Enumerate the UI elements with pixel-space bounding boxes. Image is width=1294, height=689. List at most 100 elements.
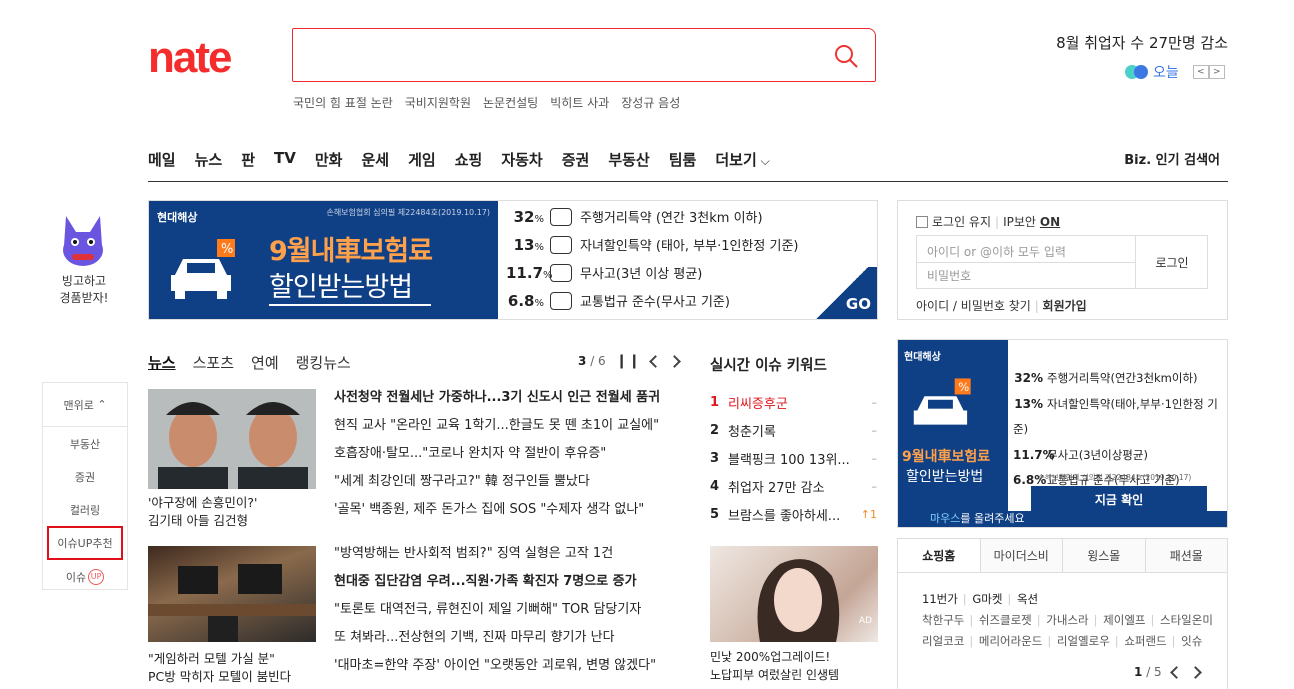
shop-link[interactable]: 옥션 (1017, 592, 1038, 606)
go-button[interactable]: GO (807, 267, 877, 319)
mascot-caption[interactable]: 빙고하고 경품받자! (40, 273, 128, 307)
prev-page-icon[interactable] (649, 354, 663, 368)
news-headline[interactable]: "토론토 대역전극, 류현진이 제일 기뻐해" TOR 담당기자 (334, 596, 656, 624)
join-link[interactable]: 회원가입 (1043, 299, 1087, 313)
password-field[interactable]: 비밀번호 (927, 267, 971, 284)
news-photo-caption[interactable]: '야구장에 손흥민이?' 김기태 아들 김건형 (148, 494, 257, 530)
nav-item[interactable]: 메일 (148, 149, 176, 170)
shop-link[interactable]: 11번가 (922, 592, 958, 606)
prev-page-icon[interactable] (1169, 665, 1183, 679)
news-headline[interactable]: 현직 교사 "온라인 교육 1학기...한글도 못 뗀 초1이 교실에" (334, 412, 660, 440)
nav-item[interactable]: 쇼핑 (455, 149, 483, 170)
shop-link[interactable]: 스타일온미 (1160, 613, 1213, 627)
suggestion-link[interactable]: 국비지원학원 (405, 94, 471, 111)
tab-news[interactable]: 뉴스 (148, 352, 176, 373)
shop-link[interactable]: 쇼퍼랜드 (1124, 634, 1166, 648)
nav-item[interactable]: 운세 (361, 149, 389, 170)
ip-security-label[interactable]: IP보안 (1003, 213, 1036, 230)
shop-link[interactable]: G마켓 (972, 592, 1002, 606)
nav-item[interactable]: 게임 (408, 149, 436, 170)
next-page-icon[interactable] (1188, 665, 1202, 679)
keyword-item[interactable]: 1 리씨증후군 – (710, 388, 877, 416)
nav-item[interactable]: 뉴스 (195, 149, 223, 170)
insurance-banner[interactable]: 현대해상 손해보험협회 심의필 제22484호(2019.10.17) % 9월… (148, 200, 878, 320)
back-to-top-button[interactable]: 맨위로 ⌃ (43, 383, 127, 427)
shop-link[interactable]: 제이엘프 (1103, 613, 1145, 627)
keyword-item[interactable]: 2 청춘기록 – (710, 416, 877, 444)
pc-room-icon (148, 564, 316, 642)
news-photo-pc-room[interactable] (148, 546, 316, 642)
tab-ranking[interactable]: 랭킹뉴스 (296, 352, 351, 373)
shop-link[interactable]: 잇슈 (1181, 634, 1202, 648)
tab-fashion[interactable]: 패션몰 (1144, 539, 1227, 572)
id-field[interactable]: 아이디 or @이하 모두 입력 (927, 243, 1066, 260)
prev-arrow-button[interactable]: < (1192, 65, 1209, 79)
tab-sports[interactable]: 스포츠 (193, 352, 234, 373)
right-insurance-ad[interactable]: 현대해상 % 9월내車보험료 할인받는방법 32% 주행거리특약(연간3천km이하… (897, 339, 1228, 528)
shop-link[interactable]: 리얼옐로우 (1057, 634, 1110, 648)
mascot-icon[interactable] (58, 212, 108, 270)
nav-item[interactable]: 자동차 (501, 149, 542, 170)
next-page-icon[interactable] (668, 354, 682, 368)
tab-entertainment[interactable]: 연예 (251, 352, 279, 373)
nav-item[interactable]: 팀룸 (669, 149, 697, 170)
shop-link[interactable]: 가내스라 (1046, 613, 1088, 627)
shop-link-row: 리얼코코 | 메리어라운드 | 리얼옐로우 | 쇼퍼랜드 | 잇슈 (922, 634, 1203, 648)
next-arrow-button[interactable]: > (1208, 65, 1225, 79)
ad-caption[interactable]: 민낯 200%업그레이드! 노답피부 여렀살린 인생템 (710, 648, 839, 684)
banner-headline: 9월내車보험료 (269, 236, 433, 267)
keep-login-label[interactable]: 로그인 유지 (932, 213, 991, 230)
keep-login-checkbox[interactable] (916, 215, 928, 228)
confirm-now-button[interactable]: 지금 확인 (1031, 486, 1207, 512)
news-headline[interactable]: 사전청약 전월세난 가중하나...3기 신도시 인근 전월세 품귀 (334, 384, 660, 412)
news-headline[interactable]: "세계 최강인데 짱구라고?" 韓 정구인들 뿔났다 (334, 468, 660, 496)
nate-logo[interactable]: nate (148, 36, 232, 80)
news-headline[interactable]: '대마초=한약 주장' 아이언 "오랫동안 괴로워, 변명 않겠다" (334, 652, 656, 680)
shop-link[interactable]: 착한구두 (922, 613, 964, 627)
right-ad-headline: 9월내車보험료 (902, 449, 991, 465)
nav-item[interactable]: 증권 (562, 149, 590, 170)
pause-icon[interactable]: ❙❙ (616, 353, 641, 369)
suggestion-link[interactable]: 논문컨설팅 (483, 94, 538, 111)
nav-more-button[interactable]: 더보기 ⌵ (715, 149, 769, 170)
news-headline[interactable]: "방역방해는 반사회적 범죄?" 징역 실형은 고작 1건 (334, 540, 656, 568)
shop-link[interactable]: 리얼코코 (922, 634, 964, 648)
suggestion-link[interactable]: 국민의 힘 표절 논란 (293, 94, 393, 111)
keyword-item[interactable]: 4 취업자 27만 감소 – (710, 472, 877, 500)
suggestion-link[interactable]: 장성규 음성 (621, 94, 680, 111)
news-headline[interactable]: 호흡장애·탈모..."코로나 완치자 약 절반이 후유증" (334, 440, 660, 468)
baby-icon (550, 235, 572, 254)
tab-wingsmall[interactable]: 윙스몰 (1062, 539, 1145, 572)
nav-item[interactable]: 판 (241, 149, 255, 170)
tab-shopping-home[interactable]: 쇼핑홈 (898, 539, 980, 572)
top-headline[interactable]: 8월 취업자 수 27만명 감소 (1000, 32, 1228, 53)
speedometer-icon (550, 207, 572, 226)
nav-item[interactable]: 만화 (315, 149, 343, 170)
search-icon[interactable] (833, 43, 859, 69)
side-item-issue[interactable]: 이슈 UP (43, 560, 127, 593)
nav-item[interactable]: 부동산 (608, 149, 649, 170)
news-photo-baseball[interactable] (148, 389, 316, 489)
login-button[interactable]: 로그인 (1136, 236, 1208, 288)
ad-photo[interactable]: AD (710, 546, 878, 642)
news-headline[interactable]: 또 쳐봐라...전상현의 기백, 진짜 마무리 향기가 난다 (334, 624, 656, 652)
side-item[interactable]: 컬러링 (43, 493, 127, 526)
biz-popular-keywords[interactable]: Biz. 인기 검색어 (1100, 149, 1220, 168)
search-input[interactable] (292, 28, 876, 82)
tab-midasb[interactable]: 마이더스비 (979, 539, 1062, 572)
nav-item[interactable]: TV (274, 149, 296, 170)
ip-security-toggle[interactable]: ON (1040, 215, 1060, 229)
side-item[interactable]: 부동산 (43, 427, 127, 460)
news-headline[interactable]: '골목' 백종원, 제주 돈가스 집에 SOS "수제자 생각 없나" (334, 496, 660, 524)
side-item-highlighted[interactable]: 이슈UP추천 (47, 526, 123, 560)
today-label[interactable]: 오늘 (1153, 62, 1179, 82)
shop-link[interactable]: 메리어라운드 (979, 634, 1042, 648)
find-account-link[interactable]: 아이디 / 비밀번호 찾기 (916, 299, 1031, 313)
news-headline[interactable]: 현대중 집단감염 우려...직원·가족 확진자 7명으로 증가 (334, 568, 656, 596)
keyword-item[interactable]: 3 블랙핑크 100 13위... – (710, 444, 877, 472)
keyword-item[interactable]: 5 브람스를 좋아하세... ↑1 (710, 500, 877, 528)
news-photo-caption[interactable]: "게임하러 모텔 가실 분" PC방 막히자 모텔이 붐빈다 (148, 650, 291, 686)
side-item[interactable]: 증권 (43, 460, 127, 493)
suggestion-link[interactable]: 빅히트 사과 (550, 94, 609, 111)
shop-link[interactable]: 쉬즈클로젯 (979, 613, 1032, 627)
